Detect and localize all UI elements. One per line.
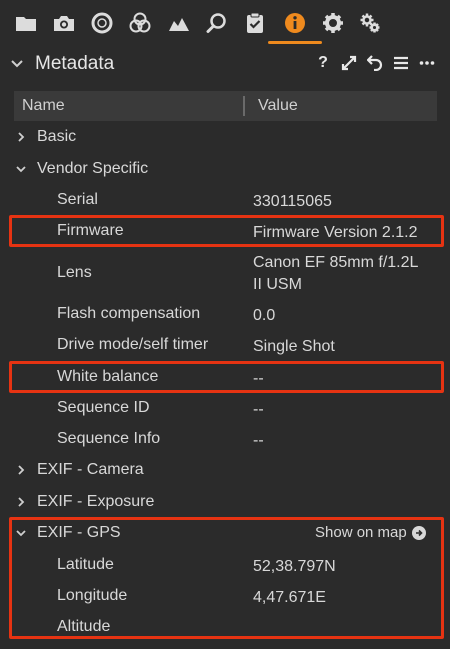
panel-tools: ? <box>314 54 436 72</box>
search-icon[interactable] <box>205 11 229 35</box>
menu-icon[interactable] <box>392 54 410 72</box>
chevron-down-icon[interactable] <box>10 58 24 70</box>
group-label: EXIF - Exposure <box>37 493 155 510</box>
camera-icon[interactable] <box>52 11 76 35</box>
highlight-firmware <box>9 215 444 247</box>
group-label: Vendor Specific <box>37 160 149 177</box>
expand-icon[interactable] <box>340 54 358 72</box>
panel-header: Metadata ? <box>0 46 450 82</box>
group-label: Basic <box>37 128 77 145</box>
row-name: Sequence ID <box>57 399 150 416</box>
chevron-right-icon <box>18 465 25 475</box>
row-value: 330115065 <box>253 193 332 210</box>
chevron-down-icon <box>16 166 26 173</box>
highlight-white-balance <box>9 361 444 393</box>
lens-icon[interactable] <box>90 11 114 35</box>
row-value: -- <box>253 401 264 418</box>
highlight-exif-gps <box>9 517 444 639</box>
row-value: Single Shot <box>253 338 335 355</box>
help-icon[interactable]: ? <box>314 54 332 72</box>
more-icon[interactable] <box>418 54 436 72</box>
chevron-right-icon <box>18 132 25 142</box>
column-value-header[interactable]: Value <box>258 97 298 115</box>
reset-icon[interactable] <box>366 54 384 72</box>
row-value: -- <box>253 432 264 449</box>
column-name-header[interactable]: Name <box>22 97 65 115</box>
column-divider[interactable] <box>243 96 245 116</box>
row-name: Lens <box>57 264 92 281</box>
row-name: Sequence Info <box>57 430 161 447</box>
row-value: 0.0 <box>253 307 276 324</box>
exposure-icon[interactable] <box>167 11 191 35</box>
row-name: Flash compensation <box>57 305 201 322</box>
color-circles-icon[interactable] <box>128 11 152 35</box>
clipboard-check-icon[interactable] <box>243 11 267 35</box>
row-value-line2: II USM <box>253 276 302 293</box>
panel-title: Metadata <box>35 53 115 74</box>
info-icon[interactable] <box>283 11 307 35</box>
column-header: Name Value <box>14 91 437 121</box>
chevron-right-icon <box>18 497 25 507</box>
tool-tab-bar <box>0 0 450 46</box>
folder-icon[interactable] <box>14 11 38 35</box>
active-tab-indicator <box>268 41 322 44</box>
row-value: Canon EF 85mm f/1.2L <box>253 254 419 271</box>
gear-icon[interactable] <box>321 11 345 35</box>
row-name: Drive mode/self timer <box>57 336 209 353</box>
row-name: Serial <box>57 191 98 208</box>
gears-icon[interactable] <box>358 11 382 35</box>
group-label: EXIF - Camera <box>37 461 144 478</box>
